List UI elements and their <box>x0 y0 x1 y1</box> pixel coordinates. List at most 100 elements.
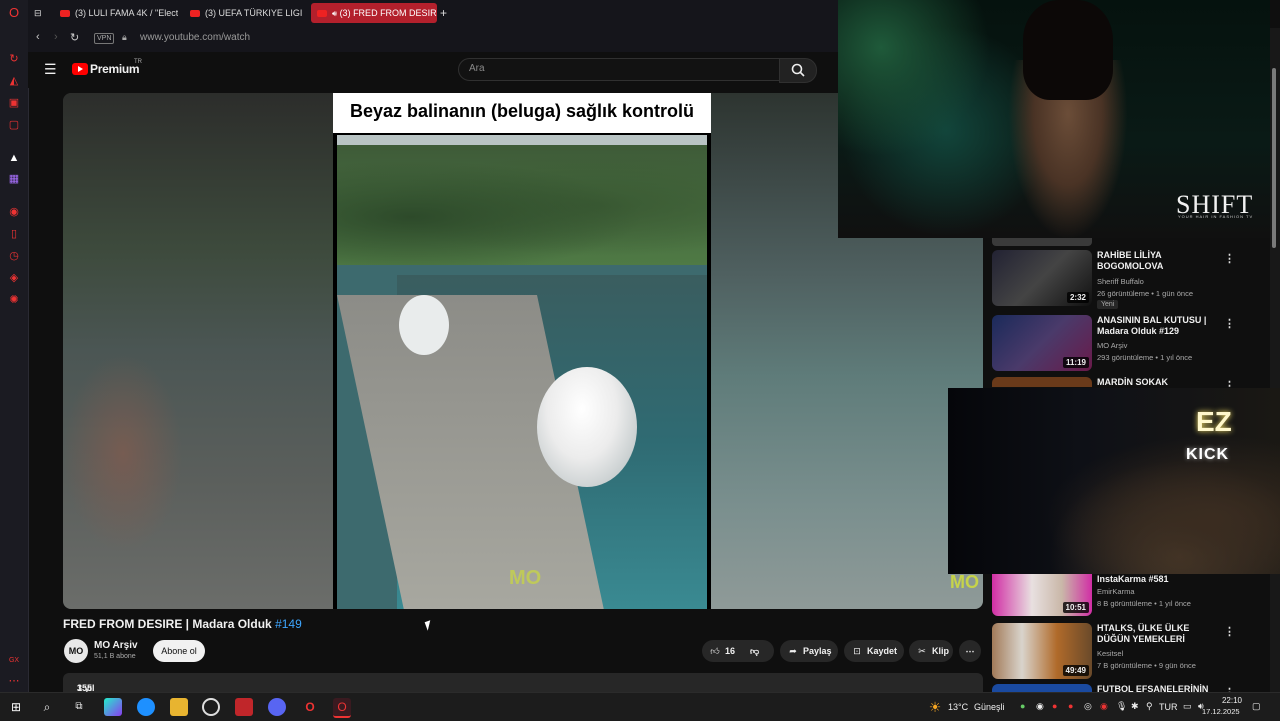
history-icon[interactable]: ↻ <box>7 52 21 66</box>
recommendation-channel[interactable]: Kesitsel <box>1097 649 1123 658</box>
search-icon[interactable]: ⌕ <box>38 698 56 716</box>
hashtag-link[interactable]: #149 <box>275 617 302 631</box>
weather-desc[interactable]: Güneşli <box>974 702 1005 712</box>
video-thumbnail[interactable]: 11:19 <box>992 315 1092 371</box>
gx-icon[interactable]: GX <box>7 654 21 668</box>
search-input[interactable]: Ara <box>458 58 780 81</box>
task-view-icon[interactable]: ⧉ <box>70 698 88 716</box>
discord-tray-icon[interactable]: ◉ <box>1036 701 1044 712</box>
tray-record-icon[interactable]: ● <box>1052 701 1057 711</box>
microphone-icon[interactable]: 🎙︎ <box>1116 701 1127 712</box>
edge-icon[interactable] <box>137 698 155 716</box>
discord-icon[interactable] <box>268 698 286 716</box>
tray-cloud-icon[interactable]: ◎ <box>1084 701 1092 712</box>
share-button[interactable]: ➦ Paylaş <box>780 640 838 662</box>
back-icon[interactable]: ‹ <box>36 31 40 43</box>
more-vert-icon[interactable]: ⋮ <box>1224 379 1235 387</box>
recommendation-title[interactable]: FUTBOL EFSANELERİNİN EN <box>1097 684 1217 692</box>
scrollbar-thumb[interactable] <box>1272 68 1276 248</box>
tab-menu-icon[interactable]: ⊟ <box>34 3 50 23</box>
weather-sun-icon[interactable]: ☀ <box>926 698 944 716</box>
opera-gx-active-icon[interactable]: O <box>333 698 351 718</box>
like-count[interactable]: 16 <box>725 646 735 656</box>
messenger-icon[interactable]: ▣ <box>7 96 21 110</box>
video-thumbnail[interactable] <box>992 684 1092 692</box>
settings-icon[interactable]: ✺ <box>7 293 21 307</box>
dislike-icon[interactable]: 👎︎ <box>750 640 759 662</box>
more-vert-icon[interactable]: ⋮ <box>1224 625 1235 638</box>
person-hair <box>1023 0 1113 100</box>
tray-app-icon[interactable]: ● <box>1020 701 1025 711</box>
more-vert-icon[interactable]: ⋮ <box>1224 317 1235 330</box>
network-icon[interactable]: ▭ <box>1183 701 1192 712</box>
recommendation-channel[interactable]: MO Arşiv <box>1097 341 1127 350</box>
more-icon[interactable]: ⋯ <box>7 674 21 688</box>
tray-opera-icon[interactable]: ● <box>1068 701 1073 711</box>
youtube-favicon-icon <box>60 10 70 18</box>
video-thumbnail[interactable]: 2:32 <box>992 250 1092 306</box>
recommendation-title[interactable]: RAHİBE LİLİYA BOGOMOLOVA @redbarrelsgame… <box>1097 250 1217 272</box>
clock-date[interactable]: 17.12.2025 <box>1202 707 1240 716</box>
blurred-background-left <box>63 93 333 609</box>
new-tab-button[interactable]: + <box>440 3 454 23</box>
twitch-icon[interactable]: ▦ <box>7 172 21 186</box>
search-button[interactable] <box>779 58 817 83</box>
clip-button[interactable]: ✂ Klip <box>909 640 953 662</box>
subscribe-button[interactable]: Abone ol <box>153 640 205 662</box>
tab-uefa[interactable]: (3) UEFA TÜRKIYE LIGI | <box>184 3 302 23</box>
description-box[interactable]: 355 görüntüleme 1 yıl önce <box>63 673 983 703</box>
opera-gx-icon[interactable]: O <box>301 698 319 716</box>
bluetooth-icon[interactable]: ✱ <box>1131 701 1139 712</box>
more-vert-icon[interactable]: ⋮ <box>1224 252 1235 265</box>
recommendation-channel[interactable]: Sheriff Buffalo <box>1097 277 1144 286</box>
recommendation-channel[interactable]: EmirKarma <box>1097 587 1135 596</box>
channel-name[interactable]: MO Arşiv <box>94 640 138 651</box>
aria-icon[interactable]: ◭ <box>7 74 21 88</box>
recommendation-item[interactable]: FUTBOL EFSANELERİNİN EN ⋮ <box>992 684 1272 692</box>
channel-avatar[interactable]: MO <box>64 639 88 663</box>
opera-logo-icon[interactable]: O <box>7 6 21 20</box>
notification-icon[interactable]: ▢ <box>1252 701 1261 712</box>
obs-icon[interactable] <box>202 698 220 716</box>
file-explorer-icon[interactable] <box>170 698 188 716</box>
forward-icon[interactable]: › <box>54 31 58 43</box>
recommendation-title[interactable]: HTALKS, ÜLKE ÜLKE DÜĞÜN YEMEKLERİ UWUFUF… <box>1097 623 1217 645</box>
duration-badge: 2:32 <box>1066 292 1089 303</box>
hamburger-menu-icon[interactable]: ☰ <box>44 61 57 78</box>
youtube-logo-text[interactable]: Premium <box>90 62 140 76</box>
tray-app2-icon[interactable]: ◉ <box>1100 701 1108 712</box>
weather-temp[interactable]: 13°C <box>948 702 968 712</box>
video-thumbnail[interactable]: 49:49 <box>992 623 1092 679</box>
windows-start-icon[interactable]: ⊞ <box>7 698 25 716</box>
new-badge: Yeni <box>1097 300 1119 309</box>
recommendation-meta: 7 B görüntüleme • 9 gün önce <box>1097 661 1196 670</box>
lang-indicator[interactable]: TUR <box>1159 702 1178 712</box>
instagram-icon[interactable]: ▢ <box>7 118 21 132</box>
arc-icon[interactable]: ▲ <box>7 151 21 165</box>
video-thumbnail[interactable]: 10:51 <box>992 574 1092 616</box>
recommendation-item[interactable]: MARDİN SOKAK LEZZETLERİNİ ⋮ <box>992 377 1272 387</box>
tab-fred-from-desire[interactable]: 🔊︎ (3) FRED FROM DESIRE <box>311 3 437 23</box>
reload-icon[interactable]: ↻ <box>70 31 79 44</box>
recommendation-title[interactable]: InstaKarma #581 <box>1097 574 1217 585</box>
recommendation-meta: 293 görüntüleme • 1 yıl önce <box>1097 353 1193 362</box>
url-field[interactable]: www.youtube.com/watch <box>140 32 250 43</box>
youtube-logo-icon[interactable] <box>72 63 88 75</box>
extensions-icon[interactable]: ◈ <box>7 271 21 285</box>
save-button[interactable]: ⊡ Kaydet <box>844 640 904 662</box>
tab-luli-fama[interactable]: (3) LULI FAMA 4K / "Elect <box>54 3 178 23</box>
tab-label: (3) UEFA TÜRKIYE LIGI | <box>205 8 302 18</box>
like-icon[interactable]: 👍︎ <box>709 640 721 662</box>
bookmarks-icon[interactable]: ▯ <box>7 227 21 241</box>
recommendation-title[interactable]: ANASININ BAL KUTUSU | Madara Olduk #129 <box>1097 315 1217 337</box>
clock-time[interactable]: 22:10 <box>1212 696 1242 705</box>
copilot-icon[interactable] <box>104 698 122 716</box>
video-thumbnail[interactable] <box>992 377 1092 387</box>
player-icon[interactable]: ◉ <box>7 205 21 219</box>
more-actions-button[interactable]: ⋯ <box>959 640 981 662</box>
recommendation-title[interactable]: MARDİN SOKAK LEZZETLERİNİ <box>1097 377 1217 387</box>
vpn-badge[interactable]: VPN <box>94 33 115 44</box>
usb-icon[interactable]: ⚲ <box>1146 701 1153 712</box>
voicemod-icon[interactable] <box>235 698 253 716</box>
clock-icon[interactable]: ◷ <box>7 249 21 263</box>
